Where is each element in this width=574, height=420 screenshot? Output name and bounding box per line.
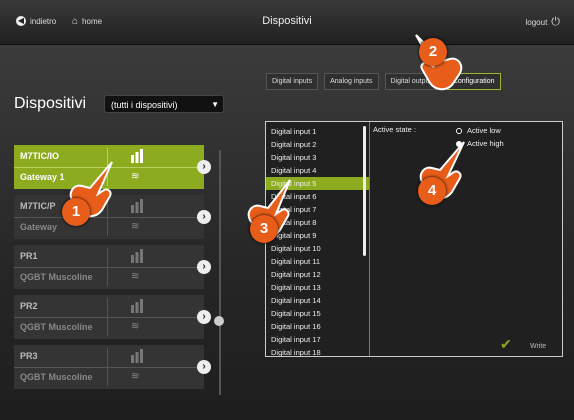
device-sub: QGBT Muscoline — [20, 372, 93, 382]
list-item[interactable]: Digital input 4 — [266, 164, 369, 177]
logout-button[interactable]: logout ⏻ — [526, 16, 561, 29]
wifi-icon: ≋ — [131, 171, 140, 182]
device-separator — [107, 348, 108, 386]
device-sub: QGBT Muscoline — [20, 322, 93, 332]
device-sub: Gateway 1 — [20, 172, 65, 182]
device-open-button[interactable]: › — [197, 210, 211, 224]
signal-bars-icon — [131, 249, 143, 263]
wifi-icon: ≋ — [131, 221, 140, 232]
tab-analog-inputs[interactable]: Analog inputs — [324, 73, 379, 90]
device-sub: Gateway — [20, 222, 58, 232]
radio-label: Active high — [467, 139, 504, 148]
list-item[interactable]: Digital input 3 — [266, 151, 369, 164]
device-divider — [14, 317, 204, 318]
input-list-scrollbar[interactable] — [363, 126, 366, 256]
list-item[interactable]: Digital input 11 — [266, 255, 369, 268]
active-state-label: Active state : — [373, 125, 416, 134]
list-item[interactable]: Digital input 2 — [266, 138, 369, 151]
device-separator — [107, 298, 108, 336]
devices-heading: Dispositivi — [14, 95, 87, 112]
radio-selected-icon — [456, 127, 462, 134]
page-title: Dispositivi — [262, 15, 312, 27]
device-name: PR3 — [20, 351, 38, 361]
write-button[interactable]: Write — [530, 343, 546, 350]
chevron-down-icon: ▼ — [211, 100, 219, 109]
signal-bars-icon — [131, 199, 143, 213]
wifi-icon: ≋ — [131, 271, 140, 282]
device-divider — [14, 267, 204, 268]
device-separator — [107, 248, 108, 286]
device-row[interactable]: PR3 QGBT Muscoline ≋ — [14, 345, 204, 389]
device-filter-select[interactable]: (tutti i dispositivi) ▼ — [104, 95, 224, 113]
radio-active-low[interactable]: Active low — [456, 126, 501, 135]
device-row[interactable]: PR1 QGBT Muscoline ≋ — [14, 245, 204, 289]
list-item[interactable]: Digital input 16 — [266, 320, 369, 333]
scrollbar-thumb[interactable] — [214, 316, 224, 326]
device-name: PR1 — [20, 251, 38, 261]
device-open-button[interactable]: › — [197, 360, 211, 374]
logout-label: logout — [525, 18, 548, 27]
radio-label: Active low — [467, 126, 501, 135]
callout-badge: 2 — [419, 38, 447, 66]
power-icon: ⏻ — [551, 16, 560, 28]
signal-bars-icon — [131, 299, 143, 313]
device-list-scrollbar[interactable] — [219, 150, 221, 395]
callout-badge: 1 — [62, 198, 90, 226]
device-open-button[interactable]: › — [197, 260, 211, 274]
callout-badge: 4 — [418, 177, 446, 205]
device-divider — [14, 367, 204, 368]
list-item[interactable]: Digital input 1 — [266, 125, 369, 138]
signal-bars-icon — [131, 349, 143, 363]
list-item[interactable]: Digital input 15 — [266, 307, 369, 320]
tab-digital-inputs[interactable]: Digital inputs — [266, 73, 319, 90]
list-item[interactable]: Digital input 10 — [266, 242, 369, 255]
device-name: M7TIC/P — [20, 201, 56, 211]
list-item[interactable]: Digital input 17 — [266, 333, 369, 346]
wifi-icon: ≋ — [131, 321, 140, 332]
list-item[interactable]: Digital input 18 — [266, 346, 369, 356]
checkmark-icon: ✔ — [500, 336, 512, 352]
list-item[interactable]: Digital input 12 — [266, 268, 369, 281]
wifi-icon: ≋ — [131, 371, 140, 382]
device-row[interactable]: PR2 QGBT Muscoline ≋ — [14, 295, 204, 339]
device-filter-value: (tutti i dispositivi) — [111, 100, 178, 110]
list-item[interactable]: Digital input 14 — [266, 294, 369, 307]
signal-bars-icon — [131, 149, 143, 163]
device-name: M7TIC/IO — [20, 151, 60, 161]
device-open-button[interactable]: › — [197, 160, 211, 174]
device-sub: QGBT Muscoline — [20, 272, 93, 282]
top-bar: ◀ indietro ⌂ home Dispositivi logout ⏻ — [0, 0, 574, 45]
device-open-button[interactable]: › — [197, 310, 211, 324]
device-name: PR2 — [20, 301, 38, 311]
list-item[interactable]: Digital input 13 — [266, 281, 369, 294]
callout-badge: 3 — [250, 215, 278, 243]
